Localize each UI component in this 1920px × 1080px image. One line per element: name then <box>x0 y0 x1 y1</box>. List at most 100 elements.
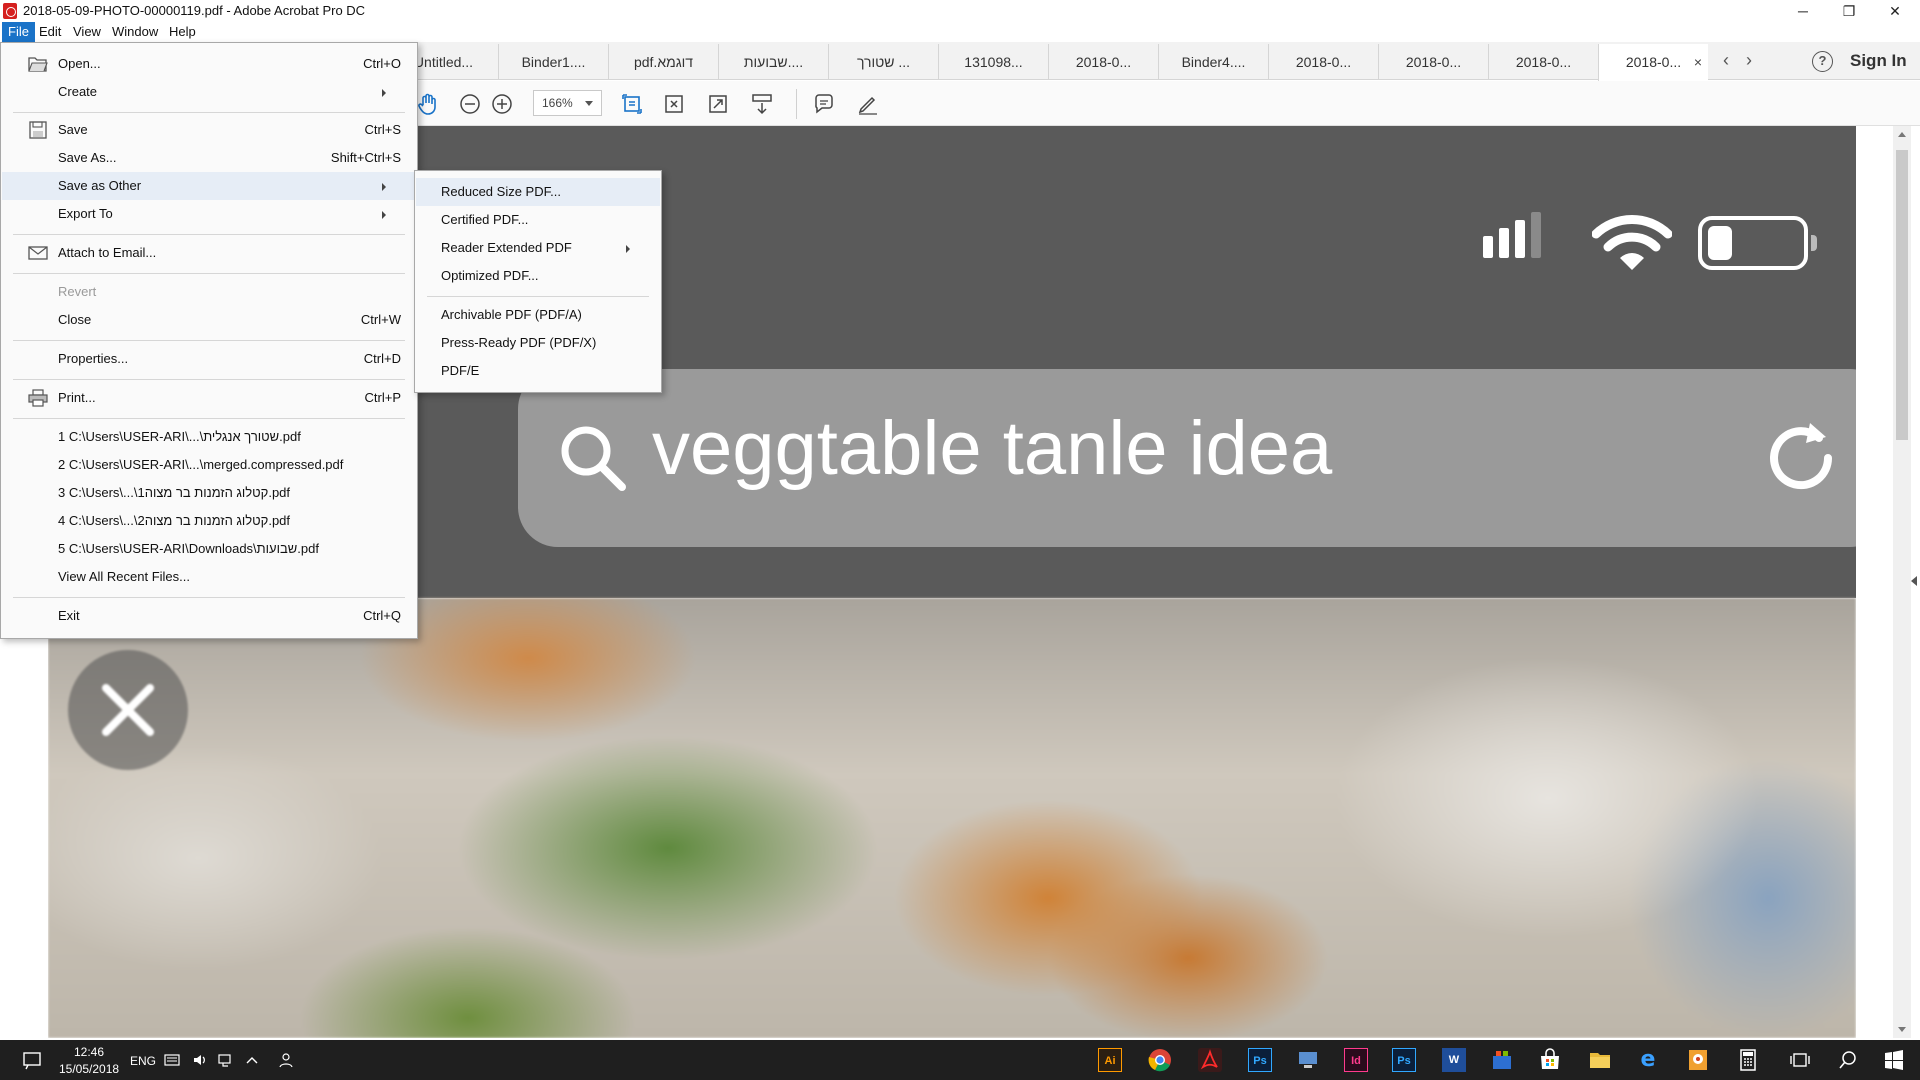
menu-recent-file[interactable]: 4 C:\Users\...\קטלוג הזמנות בר מצוה2.pdf <box>2 507 416 535</box>
acrobat-icon[interactable] <box>1198 1048 1222 1072</box>
calculator-icon[interactable] <box>1736 1048 1760 1072</box>
menu-separator <box>13 112 405 113</box>
zoom-level-dropdown[interactable]: 166% <box>533 90 602 116</box>
word-icon[interactable]: W <box>1442 1048 1466 1072</box>
scroll-mode-icon[interactable] <box>750 92 774 116</box>
menu-separator <box>13 234 405 235</box>
close-x-icon <box>68 650 188 770</box>
menu-attach-to-email[interactable]: Attach to Email... <box>2 239 416 267</box>
tab-document[interactable]: 2018-0... <box>1048 44 1158 80</box>
menu-export-to[interactable]: Export To <box>2 200 416 228</box>
tab-scroll-right-icon[interactable]: › <box>1746 50 1752 71</box>
photoshop-icon[interactable]: Ps <box>1248 1048 1272 1072</box>
window-title: 2018-05-09-PHOTO-00000119.pdf - Adobe Ac… <box>23 3 366 18</box>
table-setting-photo <box>48 598 1856 1038</box>
tab-scroll-left-icon[interactable]: ‹ <box>1723 50 1729 71</box>
tab-document[interactable]: 2018-0... <box>1378 44 1488 80</box>
submenu-archivable-pdf[interactable]: Archivable PDF (PDF/A) <box>416 301 660 329</box>
chrome-icon[interactable] <box>1148 1048 1172 1072</box>
menu-save-as-other[interactable]: Save as Other <box>2 172 416 200</box>
fit-page-icon[interactable] <box>620 92 644 116</box>
paint-icon[interactable] <box>1686 1048 1710 1072</box>
help-icon[interactable]: ? <box>1812 51 1833 72</box>
folder-icon[interactable] <box>1588 1048 1612 1072</box>
task-view-icon[interactable] <box>1790 1050 1810 1070</box>
submenu-certified-pdf[interactable]: Certified PDF... <box>416 206 660 234</box>
network-app-icon[interactable] <box>1296 1048 1320 1072</box>
photoshop2-icon[interactable]: Ps <box>1392 1048 1416 1072</box>
close-window-button[interactable]: ✕ <box>1872 0 1918 22</box>
tab-document-active[interactable]: 2018-0... × <box>1598 44 1708 81</box>
keyboard-icon[interactable] <box>164 1052 180 1068</box>
network-icon[interactable] <box>218 1052 234 1068</box>
acrobat-app-icon <box>3 3 17 19</box>
menu-recent-file[interactable]: 1 C:\Users\USER-ARI\...\שטורך אנגלית.pdf <box>2 423 416 451</box>
right-pane-toggle-icon[interactable] <box>1911 576 1917 586</box>
menu-recent-file[interactable]: 3 C:\Users\...\קטלוג הזמנות בר מצוה1.pdf <box>2 479 416 507</box>
tab-document[interactable]: שטורך ... <box>828 44 938 80</box>
tab-document[interactable]: Binder1.... <box>498 44 608 80</box>
zoom-out-icon[interactable] <box>458 92 482 116</box>
tab-document[interactable]: שבועות.... <box>718 44 828 80</box>
minimize-button[interactable]: ─ <box>1780 0 1826 22</box>
tab-document[interactable]: pdf.דוגמא <box>608 44 718 80</box>
submenu-pdf-e[interactable]: PDF/E <box>416 357 660 385</box>
menu-view[interactable]: View <box>67 22 107 42</box>
tab-close-icon[interactable]: × <box>1694 44 1702 80</box>
comment-icon[interactable] <box>812 92 836 116</box>
sign-in-button[interactable]: Sign In <box>1850 51 1907 71</box>
menu-save[interactable]: Save Ctrl+S <box>2 116 416 144</box>
tab-document[interactable]: 131098... <box>938 44 1048 80</box>
people-icon[interactable] <box>278 1052 294 1068</box>
illustrator-icon[interactable]: Ai <box>1098 1048 1122 1072</box>
menu-close[interactable]: Close Ctrl+W <box>2 306 416 334</box>
input-language[interactable]: ENG <box>130 1054 156 1068</box>
hand-tool-icon[interactable] <box>416 92 440 116</box>
scrollbar-thumb[interactable] <box>1896 150 1908 440</box>
submenu-reader-extended-pdf[interactable]: Reader Extended PDF <box>416 234 660 262</box>
search-taskbar-icon[interactable] <box>1838 1050 1858 1070</box>
windows-taskbar: 12:46 15/05/2018 ENG Ai Ps Id Ps W e <box>0 1040 1920 1080</box>
menu-print[interactable]: Print... Ctrl+P <box>2 384 416 412</box>
save-as-other-submenu: Reduced Size PDF... Certified PDF... Rea… <box>414 170 662 393</box>
submenu-reduced-size-pdf[interactable]: Reduced Size PDF... <box>416 178 660 206</box>
store-people-icon[interactable] <box>1490 1048 1514 1072</box>
menu-save-as[interactable]: Save As... Shift+Ctrl+S <box>2 144 416 172</box>
action-center-icon[interactable] <box>22 1050 42 1070</box>
menu-create[interactable]: Create <box>2 78 416 106</box>
full-screen-icon[interactable] <box>706 92 730 116</box>
submenu-optimized-pdf[interactable]: Optimized PDF... <box>416 262 660 290</box>
edge-icon[interactable]: e <box>1636 1048 1660 1072</box>
windows-start-icon[interactable] <box>1884 1050 1904 1070</box>
store-icon[interactable] <box>1538 1048 1562 1072</box>
menu-edit[interactable]: Edit <box>33 22 67 42</box>
menu-properties[interactable]: Properties... Ctrl+D <box>2 345 416 373</box>
submenu-press-ready-pdf[interactable]: Press-Ready PDF (PDF/X) <box>416 329 660 357</box>
clock-date[interactable]: 15/05/2018 <box>59 1062 119 1076</box>
rotate-view-icon[interactable] <box>662 92 686 116</box>
volume-icon[interactable] <box>192 1052 208 1068</box>
tab-document[interactable]: 2018-0... <box>1268 44 1378 80</box>
printer-icon <box>28 389 48 407</box>
clock-time[interactable]: 12:46 <box>74 1045 104 1059</box>
tab-document[interactable]: Binder4.... <box>1158 44 1268 80</box>
restore-button[interactable]: ❐ <box>1826 0 1872 22</box>
menu-exit[interactable]: Exit Ctrl+Q <box>2 602 416 630</box>
draw-pen-icon[interactable] <box>856 92 880 116</box>
scroll-up-icon[interactable] <box>1898 132 1906 137</box>
file-menu-dropdown: Open... Ctrl+O Create Save Ctrl+S Save As.… <box>0 42 418 639</box>
menu-view-all-recent-files[interactable]: View All Recent Files... <box>2 563 416 591</box>
indesign-icon[interactable]: Id <box>1344 1048 1368 1072</box>
menu-file[interactable]: File <box>2 22 35 42</box>
vertical-scrollbar[interactable] <box>1893 126 1911 1038</box>
menu-window[interactable]: Window <box>106 22 164 42</box>
menu-open[interactable]: Open... Ctrl+O <box>2 50 416 78</box>
show-hidden-icons-icon[interactable] <box>244 1052 260 1068</box>
menu-separator <box>13 273 405 274</box>
tab-document[interactable]: 2018-0... <box>1488 44 1598 80</box>
menu-recent-file[interactable]: 5 C:\Users\USER-ARI\Downloads\שבועות.pdf <box>2 535 416 563</box>
zoom-in-icon[interactable] <box>490 92 514 116</box>
menu-recent-file[interactable]: 2 C:\Users\USER-ARI\...\merged.compresse… <box>2 451 416 479</box>
menu-help[interactable]: Help <box>163 22 202 42</box>
scroll-down-icon[interactable] <box>1898 1027 1906 1032</box>
